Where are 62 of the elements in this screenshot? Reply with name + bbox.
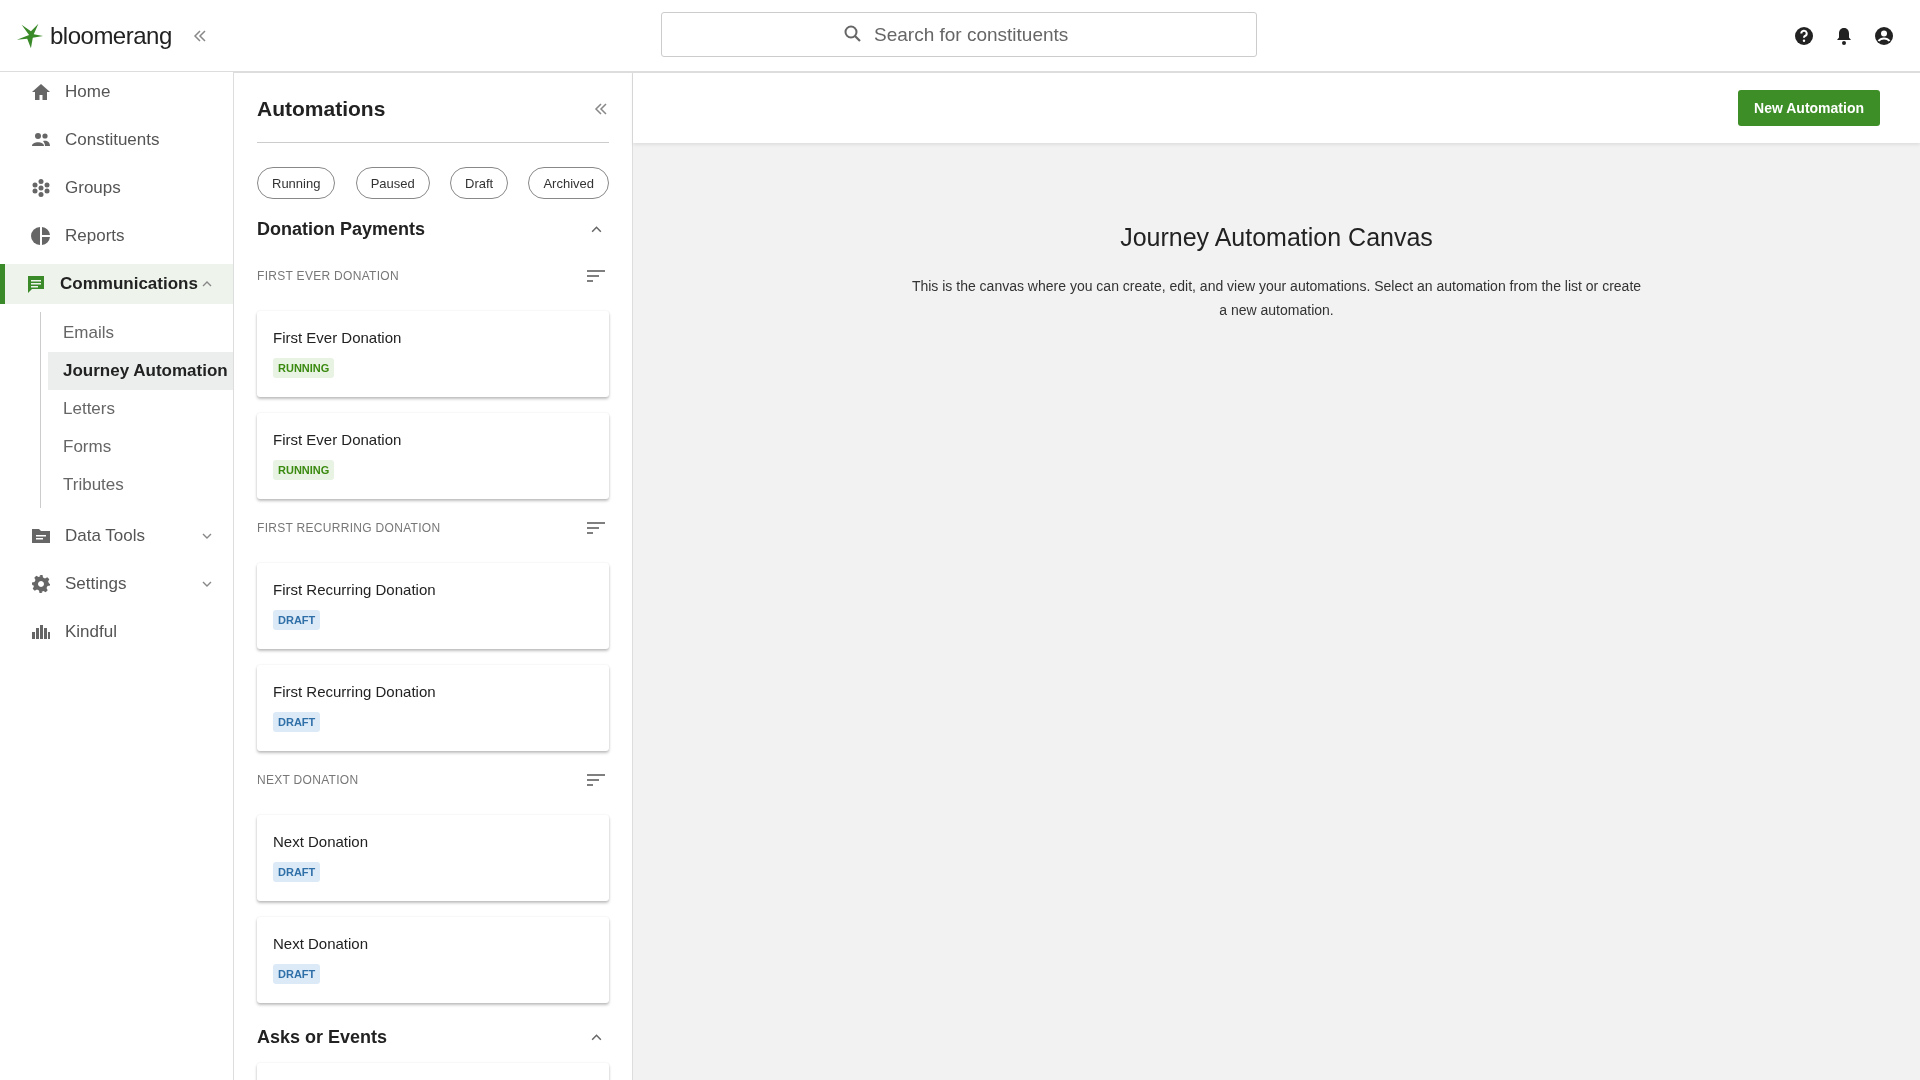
folder-icon [31,526,51,546]
filter-chip[interactable]: Paused [355,167,430,199]
status-badge: DRAFT [273,964,321,984]
automation-name: First Recurring Donation [273,581,436,598]
status-badge: RUNNING [273,460,335,480]
nav-item[interactable]: Communications [0,264,233,304]
home-icon [31,82,51,102]
automation-card[interactable]: First Ever Donation RUNNING [257,311,609,397]
group-label: FIRST RECURRING DONATION [257,521,441,535]
nav-item[interactable]: Constituents [0,120,233,160]
pie-icon [31,226,51,246]
status-badge: DRAFT [273,712,321,732]
nav-item[interactable]: Home [0,72,233,112]
status-badge: DRAFT [273,610,321,630]
nav-item[interactable]: Settings [0,564,233,604]
nav-subitem[interactable]: Letters [48,390,233,428]
chat-icon [26,274,46,294]
nav-subitem[interactable]: Tributes [48,466,233,504]
nav-item[interactable]: Kindful [0,612,233,652]
status-badge: RUNNING [273,358,335,378]
help-icon[interactable] [1794,25,1814,46]
automation-name: First Recurring Donation [273,683,436,700]
canvas-description: This is the canvas where you can create, edit, and view your automations. Select an automation from the list or create a new automation. [911,277,1642,320]
automation-card[interactable]: First Ever Donation RUNNING [257,413,609,499]
collapse-icon[interactable] [191,27,208,44]
panel-title: Automations [257,96,386,121]
automation-name: Next Donation [273,833,369,850]
section-title: Donation Payments [257,218,426,240]
filter-chip[interactable]: Running [257,167,336,199]
automation-name: First Ever Donation [273,431,402,448]
nav-subitem[interactable]: Journey Automation [48,352,233,390]
status-badge: DRAFT [273,862,321,882]
account-icon[interactable] [1874,25,1894,46]
filter-chip[interactable]: Archived [528,167,609,199]
nav-subitem[interactable]: Forms [48,428,233,466]
bars-icon [31,622,51,642]
automation-card[interactable]: First Recurring Donation DRAFT [257,665,609,751]
nav-item[interactable]: Data Tools [0,516,233,556]
automation-name: First Ever Donation [273,329,402,346]
sort-icon[interactable] [587,774,605,786]
group-label: NEXT DONATION [257,773,359,787]
bell-icon[interactable] [1834,25,1854,46]
filter-chip[interactable]: Draft [450,167,509,199]
sort-icon[interactable] [587,270,605,282]
sort-icon[interactable] [587,522,605,534]
nav-item[interactable]: Groups [0,168,233,208]
automation-card[interactable]: First Recurring Donation DRAFT [257,563,609,649]
nav-subitem[interactable]: Emails [48,314,233,352]
nav-item[interactable]: Reports [0,216,233,256]
collapse-icon[interactable] [593,100,609,117]
new-automation-button[interactable]: New Automation [1738,90,1880,126]
canvas-title: Journey Automation Canvas [1120,223,1433,252]
groups-icon [31,178,51,198]
brand-name: bloomerang [50,21,172,50]
section-title: Asks or Events [257,1026,388,1048]
gear-icon [31,574,51,594]
automation-card[interactable]: Next Donation DRAFT [257,917,609,1003]
search-field[interactable]: Search for constituents [661,12,1257,57]
group-label: FIRST EVER DONATION [257,269,399,283]
search-icon [843,24,863,44]
automation-name: Next Donation [273,935,369,952]
automation-card[interactable]: Next Donation DRAFT [257,815,609,901]
